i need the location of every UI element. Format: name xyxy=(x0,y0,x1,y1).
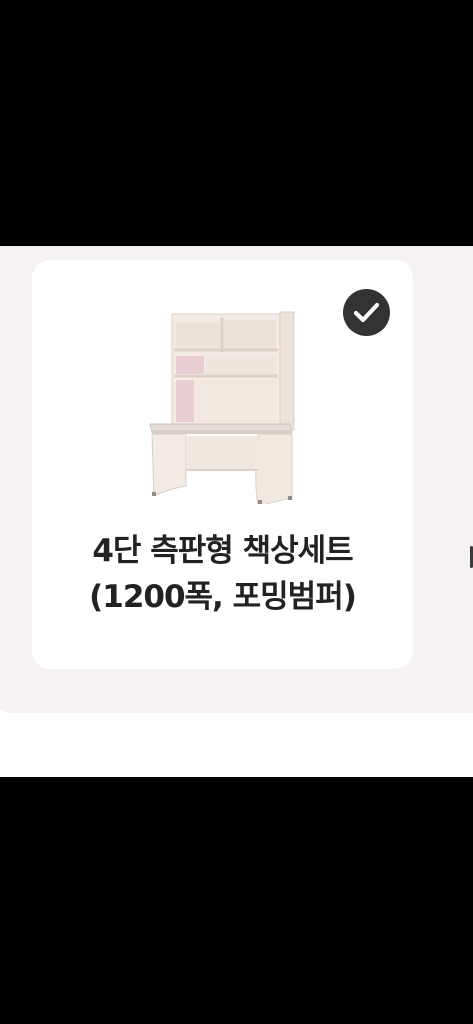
product-option-card[interactable]: 4단 측판형 책상세트 (1200폭, 포밍범퍼) xyxy=(32,260,413,669)
content-area: 4단 측판형 책상세트 (1200폭, 포밍범퍼) xyxy=(0,246,473,777)
desk-with-hutch-image xyxy=(146,304,296,504)
product-title: 4단 측판형 책상세트 (1200폭, 포밍범퍼) xyxy=(32,528,413,620)
selected-badge xyxy=(343,289,390,336)
bottom-letterbox xyxy=(0,777,473,1024)
screen: 4단 측판형 책상세트 (1200폭, 포밍범퍼) xyxy=(0,0,473,1024)
checkmark-icon xyxy=(353,302,380,323)
product-title-line-1: 4단 측판형 책상세트 xyxy=(92,533,353,569)
top-letterbox xyxy=(0,0,473,246)
product-title-line-2: (1200폭, 포밍범퍼) xyxy=(89,579,357,615)
